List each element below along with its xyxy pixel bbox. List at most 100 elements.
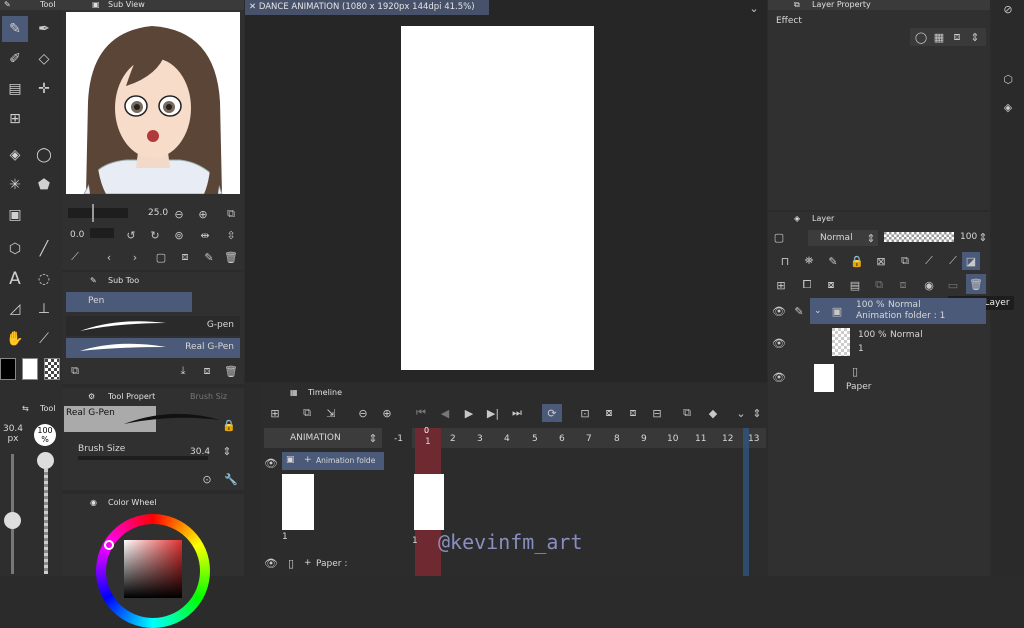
brush-item-gpen[interactable]: G-pen (66, 316, 240, 336)
open-image-icon[interactable]: ⧈ (178, 250, 192, 264)
close-tab-icon[interactable]: ✕ (249, 2, 256, 12)
figure-tool-button[interactable]: ⬡ (2, 236, 28, 262)
layer-color-icon[interactable]: ⧈ (950, 30, 964, 44)
timeline-zoom-out-icon[interactable]: ⊖ (356, 406, 370, 420)
fill-tool-button[interactable]: ▤ (2, 76, 28, 102)
import-image-icon[interactable]: ▢ (154, 250, 168, 264)
delete-layer-icon[interactable]: 🗑 (966, 274, 986, 294)
new-cel-icon[interactable]: ⊡ (578, 406, 592, 420)
new-raster-layer-icon[interactable]: ⊞ (774, 278, 788, 292)
color-picker-tool-button[interactable]: ⟋ (31, 326, 57, 352)
reset-rotate-icon[interactable]: ⊚ (172, 228, 186, 242)
sub-tool-group-tab[interactable]: Pen (66, 292, 192, 312)
combine-layer-icon[interactable]: ⧈ (896, 278, 910, 292)
sub-tool-import-icon[interactable]: ⤓ (176, 364, 190, 378)
new-layer-folder-icon[interactable]: ▤ (848, 278, 862, 292)
flip-vertical-icon[interactable]: ⇳ (224, 228, 238, 242)
track-stepper-icon[interactable]: ⇕ (366, 431, 380, 445)
sub-tool-delete-icon[interactable]: 🗑 (224, 364, 238, 378)
layer-panel-icon[interactable]: ◈ (1001, 100, 1015, 114)
animation-track-select[interactable]: ANIMATION ⇕ (264, 428, 382, 448)
layer-row-1[interactable]: 100 % Normal 1 (810, 326, 986, 358)
tone-effect-icon[interactable]: ▦ (932, 30, 946, 44)
prev-image-icon[interactable]: ‹ (102, 250, 116, 264)
tool-property-title[interactable]: Tool Propert (108, 392, 155, 402)
clip-layer-icon[interactable]: ⊓ (778, 254, 792, 268)
eye-icon[interactable]: 👁 (772, 370, 786, 384)
rotate-right-icon[interactable]: ↻ (148, 228, 162, 242)
marker-tool-button[interactable]: ✐ (2, 46, 28, 72)
opacity-slider-handle[interactable] (37, 452, 54, 469)
light-table-icon[interactable]: ⊟ (650, 406, 664, 420)
timeline-more-icon[interactable]: ⌄ (734, 406, 748, 420)
zoom-out-icon[interactable]: ⊖ (172, 207, 186, 221)
sub-tool-copy-icon[interactable]: ⧈ (200, 364, 214, 378)
blend-tool-button[interactable]: ◈ (2, 142, 28, 168)
next-image-icon[interactable]: › (128, 250, 142, 264)
reference-layer-icon[interactable]: ⛯ (802, 254, 816, 268)
opacity-stepper-icon[interactable]: ⇕ (976, 230, 990, 244)
transparent-color-swatch[interactable] (44, 358, 60, 380)
play-icon[interactable]: ▶ (462, 406, 476, 420)
transform-tool-button[interactable]: ⊞ (2, 106, 28, 132)
onion-skin-icon[interactable]: ⧈ (626, 406, 640, 420)
new-folder-icon[interactable]: ⧇ (824, 278, 838, 292)
draft-layer-icon[interactable]: ✎ (826, 254, 840, 268)
text-tool-button[interactable]: A (2, 266, 28, 292)
opacity-mini-slider[interactable] (44, 454, 48, 574)
cel-thumbnail[interactable] (282, 474, 314, 530)
eye-icon[interactable]: 👁 (772, 304, 786, 318)
last-frame-icon[interactable]: ⏭ (510, 406, 524, 420)
balloon-tool-button[interactable]: ◌ (31, 266, 57, 292)
drawing-canvas[interactable] (401, 26, 594, 370)
chevron-down-icon[interactable]: ⌄ (814, 306, 822, 316)
layer-row-animation-folder[interactable]: ⌄ ▣ 100 % Normal Animation folder : 1 (810, 298, 986, 324)
frame-ruler[interactable]: -1 0 1 2 3 4 5 6 7 8 9 10 11 12 13 (394, 426, 766, 576)
navigator-icon[interactable]: ⊘ (1001, 2, 1015, 16)
sub-tool-settings-icon[interactable]: ⧉ (68, 364, 82, 378)
loop-icon[interactable]: ⟳ (542, 404, 562, 422)
paper-expand-icon[interactable]: + (304, 558, 312, 568)
keyframe-icon[interactable]: ⧉ (680, 406, 694, 420)
hand-tool-button[interactable]: ✋ (2, 326, 28, 352)
magic-wand-tool-button[interactable]: ✳ (2, 172, 28, 198)
zoom-slider[interactable] (68, 208, 128, 218)
lock-layer-icon[interactable]: 🔒 (850, 254, 864, 268)
eyedropper-tool-button[interactable]: ✒ (31, 16, 57, 42)
color-hue-marker[interactable] (104, 540, 114, 550)
brush-size-stepper-icon[interactable]: ⇕ (220, 444, 234, 458)
eye-icon[interactable]: 👁 (772, 336, 786, 350)
rotate-slider[interactable] (90, 228, 114, 238)
fit-view-icon[interactable]: ⧉ (224, 207, 238, 221)
layer-opacity-slider[interactable] (884, 232, 954, 242)
layer-color-swatch-icon[interactable]: ◪ (962, 252, 980, 270)
brush-size-tab[interactable]: Brush Siz (190, 392, 227, 402)
transfer-layer-icon[interactable]: ⧉ (872, 278, 886, 292)
timeline-scroll-icon[interactable]: ⇕ (750, 406, 764, 420)
layer-color-toggle-icon[interactable]: ⟋ (946, 254, 960, 268)
frame-tool-button[interactable]: ◿ (2, 296, 28, 322)
brush-size-slider[interactable] (78, 456, 208, 460)
pen-tool-button[interactable]: ✎ (2, 16, 28, 42)
canvas-tab[interactable]: ✕ DANCE ANIMATION (1080 x 1920px 144dpi … (245, 0, 489, 15)
layer-row-paper[interactable]: ▯ Paper (810, 362, 986, 394)
first-frame-icon[interactable]: ⏮ (414, 406, 428, 420)
lasso-tool-button[interactable]: ◯ (31, 142, 57, 168)
create-mask-icon[interactable]: ◉ (922, 278, 936, 292)
color-saturation-square[interactable] (124, 540, 182, 598)
ruler-tool-button[interactable]: ⊥ (31, 296, 57, 322)
search-layer-icon[interactable]: ⬡ (1001, 72, 1015, 86)
timeline-settings-icon[interactable]: ⧉ (300, 406, 314, 420)
mask-enable-icon[interactable]: ⧉ (898, 254, 912, 268)
specify-cel-icon[interactable]: ⧇ (602, 406, 616, 420)
blend-mode-stepper-icon[interactable]: ⇕ (864, 231, 878, 245)
flip-horizontal-icon[interactable]: ⇹ (198, 228, 212, 242)
bucket-tool-button[interactable]: ⬟ (31, 172, 57, 198)
lock-icon[interactable]: 🔒 (222, 418, 236, 432)
rotate-left-icon[interactable]: ↺ (124, 228, 138, 242)
effect-stepper-icon[interactable]: ⇕ (968, 30, 982, 44)
lock-transparency-icon[interactable]: ⊠ (874, 254, 888, 268)
border-effect-icon[interactable]: ◯ (914, 30, 928, 44)
expand-icon[interactable]: + (304, 455, 312, 465)
eye-icon[interactable]: 👁 (264, 556, 278, 570)
